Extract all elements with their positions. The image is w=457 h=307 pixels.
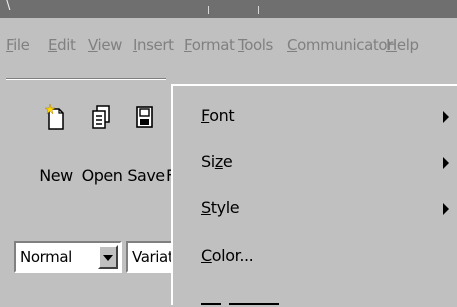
menu-insert[interactable]: Insert — [133, 36, 174, 54]
save-label: Save — [127, 166, 165, 185]
toolbar-separator-highlight — [6, 79, 166, 80]
menu-view[interactable]: View — [88, 36, 122, 54]
font-select[interactable]: Variat — [126, 241, 176, 273]
menu-item-color[interactable]: Color... — [201, 246, 254, 265]
open-document-icon — [92, 105, 110, 129]
new-document-icon — [44, 104, 64, 130]
floppy-disk-icon — [136, 106, 153, 128]
menu-tools[interactable]: Tools — [238, 36, 273, 54]
open-button[interactable]: Open — [80, 100, 124, 185]
submenu-arrow-icon — [443, 157, 449, 169]
menu-bar: File Edit View Insert Format Tools Commu… — [0, 22, 457, 68]
save-button[interactable]: Save — [124, 100, 168, 185]
menu-edit[interactable]: Edit — [48, 36, 76, 54]
submenu-arrow-icon — [443, 203, 449, 215]
paragraph-style-select[interactable]: Normal — [14, 241, 122, 273]
title-divider — [258, 6, 259, 14]
title-divider — [208, 6, 209, 14]
menu-item-style[interactable]: Style — [201, 198, 240, 217]
paragraph-style-value: Normal — [20, 248, 72, 266]
new-label: New — [39, 166, 73, 185]
menu-format[interactable]: Format — [184, 36, 235, 54]
title-bar: \ — [0, 0, 457, 18]
menu-help[interactable]: Help — [386, 36, 419, 54]
format-menu: Font Size Style Color... — [171, 84, 457, 305]
new-button[interactable]: New — [34, 100, 78, 185]
submenu-arrow-icon — [443, 111, 449, 123]
chevron-down-icon — [103, 255, 113, 261]
menu-item-clipped[interactable] — [201, 298, 311, 307]
menu-item-size[interactable]: Size — [201, 152, 233, 171]
style-dropdown-button[interactable] — [98, 245, 118, 269]
font-value: Variat — [132, 248, 174, 266]
menu-file[interactable]: File — [6, 36, 30, 54]
menu-item-font[interactable]: Font — [201, 106, 235, 125]
title-text: \ — [6, 0, 11, 13]
menu-communicator[interactable]: Communicator — [287, 36, 393, 54]
